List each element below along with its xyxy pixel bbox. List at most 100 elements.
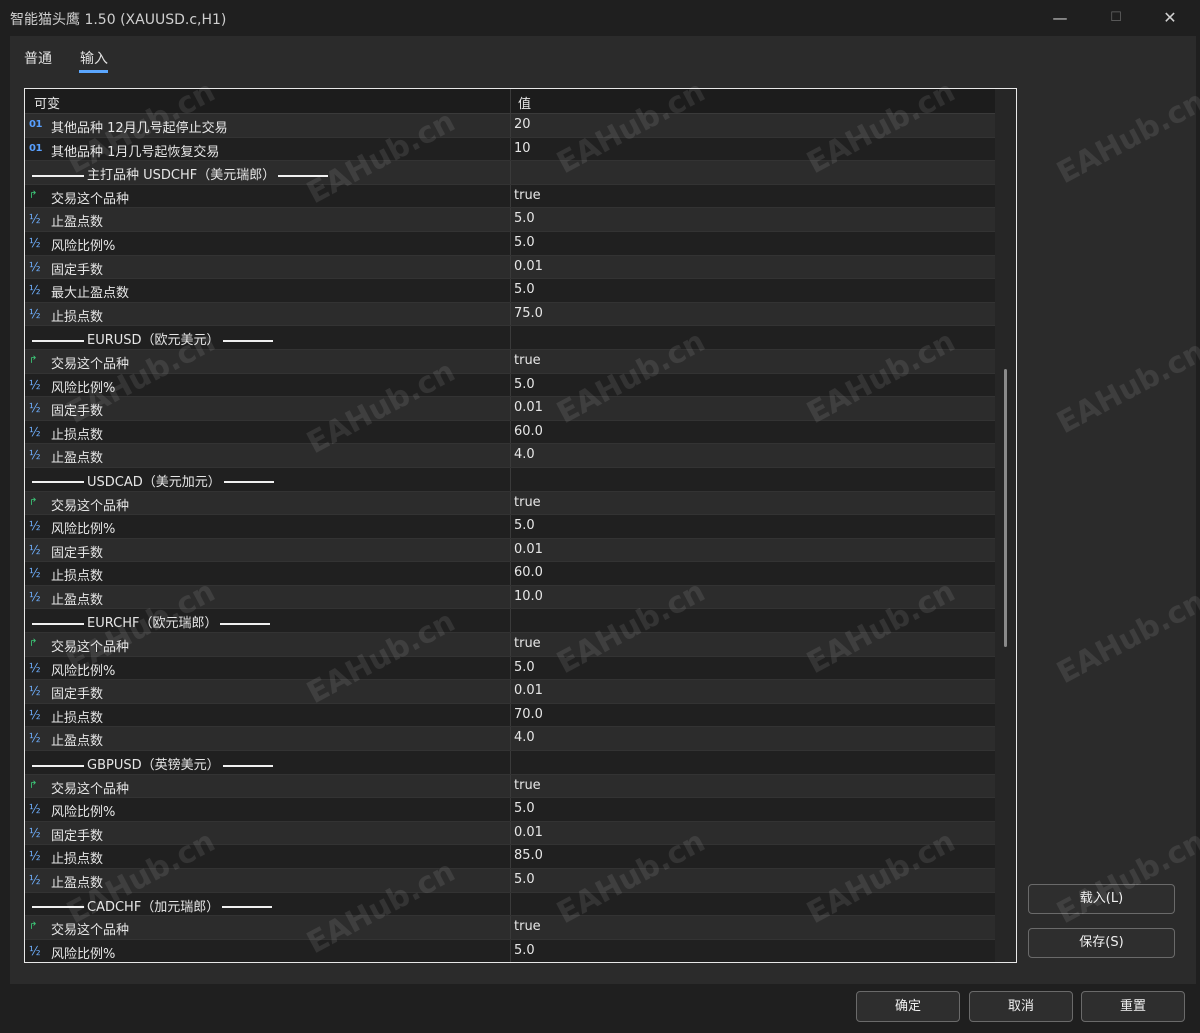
- table-row[interactable]: ½ 风险比例% 5.0: [25, 939, 995, 962]
- table-row[interactable]: ½ 最大止盈点数 5.0: [25, 279, 995, 303]
- column-divider: [510, 751, 511, 774]
- parameter-value[interactable]: true: [514, 636, 541, 651]
- table-row[interactable]: ↱ 交易这个品种 true: [25, 774, 995, 799]
- parameter-value[interactable]: 4.0: [514, 730, 535, 745]
- parameter-value[interactable]: 60.0: [514, 565, 543, 580]
- parameter-value[interactable]: 0.01: [514, 542, 543, 557]
- ok-button[interactable]: 确定: [856, 991, 960, 1022]
- column-divider[interactable]: [510, 89, 511, 113]
- parameter-name: 止损点数: [51, 710, 104, 726]
- double-type-icon: ½: [29, 424, 41, 439]
- table-row[interactable]: ↱ 交易这个品种 true: [25, 349, 995, 374]
- table-row[interactable]: ½ 止损点数 85.0: [25, 845, 995, 869]
- parameter-name: GBPUSD（英镑美元）: [29, 754, 276, 773]
- table-row[interactable]: ½ 风险比例% 5.0: [25, 656, 995, 681]
- section-header-row[interactable]: GBPUSD（英镑美元）: [25, 751, 995, 775]
- parameter-value[interactable]: 0.01: [514, 259, 543, 274]
- parameter-value[interactable]: 10.0: [514, 589, 543, 604]
- section-header-row[interactable]: USDCAD（美元加元）: [25, 467, 995, 492]
- double-type-icon: ½: [29, 401, 41, 416]
- table-header: 可变 值: [25, 89, 995, 114]
- table-row[interactable]: ½ 止盈点数 5.0: [25, 869, 995, 893]
- table-row[interactable]: ½ 止损点数 75.0: [25, 302, 995, 327]
- parameter-name: EURUSD（欧元美元）: [29, 329, 276, 348]
- integer-type-icon: 01: [29, 142, 42, 154]
- parameter-value[interactable]: 60.0: [514, 424, 543, 439]
- parameter-value[interactable]: 0.01: [514, 825, 543, 840]
- table-row[interactable]: ½ 风险比例% 5.0: [25, 798, 995, 822]
- table-row[interactable]: ½ 固定手数 0.01: [25, 397, 995, 421]
- table-row[interactable]: ½ 止盈点数 5.0: [25, 208, 995, 232]
- table-row[interactable]: ½ 止损点数 70.0: [25, 703, 995, 728]
- separator-line: [32, 174, 84, 177]
- parameter-value[interactable]: 5.0: [514, 211, 535, 226]
- table-row[interactable]: ½ 止盈点数 4.0: [25, 727, 995, 752]
- scrollbar-thumb[interactable]: [1004, 369, 1007, 647]
- section-header-row[interactable]: CADCHF（加元瑞郎）: [25, 892, 995, 917]
- save-button[interactable]: 保存(S): [1028, 928, 1175, 958]
- parameter-name: 固定手数: [51, 404, 104, 420]
- tab-inputs[interactable]: 输入: [80, 48, 108, 68]
- table-row[interactable]: 01 其他品种 12月几号起停止交易 20: [25, 114, 995, 138]
- minimize-icon[interactable]: —: [1037, 0, 1083, 36]
- table-row[interactable]: ½ 止损点数 60.0: [25, 562, 995, 586]
- table-row[interactable]: ½ 止损点数 60.0: [25, 420, 995, 445]
- parameter-value[interactable]: 70.0: [514, 707, 543, 722]
- table-row[interactable]: ½ 风险比例% 5.0: [25, 515, 995, 539]
- parameter-value[interactable]: true: [514, 353, 541, 368]
- column-header-variable[interactable]: 可变: [34, 93, 60, 112]
- parameter-value[interactable]: true: [514, 778, 541, 793]
- table-row[interactable]: ½ 止盈点数 4.0: [25, 444, 995, 468]
- parameter-value[interactable]: true: [514, 495, 541, 510]
- parameter-name: 交易这个品种: [51, 923, 130, 939]
- table-row[interactable]: ½ 固定手数 0.01: [25, 680, 995, 704]
- table-row[interactable]: ↱ 交易这个品种 true: [25, 491, 995, 516]
- parameter-name: USDCAD（美元加元）: [29, 471, 277, 490]
- table-row[interactable]: 01 其他品种 1月几号起恢复交易 10: [25, 137, 995, 162]
- parameter-value[interactable]: 5.0: [514, 282, 535, 297]
- boolean-type-icon: ↱: [29, 496, 38, 508]
- parameter-value[interactable]: 5.0: [514, 943, 535, 958]
- section-header-row[interactable]: EURUSD（欧元美元）: [25, 326, 995, 350]
- parameter-value[interactable]: 20: [514, 117, 531, 132]
- parameter-value[interactable]: 85.0: [514, 848, 543, 863]
- parameter-value[interactable]: 0.01: [514, 400, 543, 415]
- reset-button[interactable]: 重置: [1081, 991, 1185, 1022]
- parameter-value[interactable]: 5.0: [514, 235, 535, 250]
- parameter-value[interactable]: 5.0: [514, 801, 535, 816]
- table-row[interactable]: ↱ 交易这个品种 true: [25, 184, 995, 209]
- table-row[interactable]: ½ 风险比例% 5.0: [25, 373, 995, 398]
- section-header-row[interactable]: 主打品种 USDCHF（美元瑞郎）: [25, 161, 995, 185]
- parameter-value[interactable]: 0.01: [514, 683, 543, 698]
- table-row[interactable]: ½ 固定手数 0.01: [25, 821, 995, 846]
- section-header-row[interactable]: EURCHF（欧元瑞郎）: [25, 609, 995, 634]
- table-row[interactable]: ↱ 交易这个品种 true: [25, 633, 995, 657]
- parameter-value[interactable]: true: [514, 188, 541, 203]
- parameter-name: 交易这个品种: [51, 781, 130, 797]
- vertical-scrollbar[interactable]: [1000, 113, 1014, 961]
- parameter-value[interactable]: 10: [514, 141, 531, 156]
- table-row[interactable]: ½ 固定手数 0.01: [25, 255, 995, 280]
- load-button[interactable]: 载入(L): [1028, 884, 1175, 914]
- column-divider: [510, 821, 511, 845]
- double-type-icon: ½: [29, 542, 41, 557]
- parameter-value[interactable]: 5.0: [514, 872, 535, 887]
- parameter-value[interactable]: 4.0: [514, 447, 535, 462]
- table-row[interactable]: ½ 风险比例% 5.0: [25, 231, 995, 256]
- table-row[interactable]: ↱ 交易这个品种 true: [25, 916, 995, 940]
- table-row[interactable]: ½ 止盈点数 10.0: [25, 585, 995, 610]
- double-type-icon: ½: [29, 707, 41, 722]
- close-icon[interactable]: ✕: [1147, 0, 1193, 36]
- parameter-value[interactable]: 5.0: [514, 660, 535, 675]
- cancel-button[interactable]: 取消: [969, 991, 1073, 1022]
- parameter-value[interactable]: 5.0: [514, 518, 535, 533]
- column-header-value[interactable]: 值: [518, 93, 531, 112]
- parameter-value[interactable]: 75.0: [514, 306, 543, 321]
- column-divider: [510, 585, 511, 609]
- maximize-icon[interactable]: ☐: [1093, 0, 1139, 36]
- parameter-value[interactable]: true: [514, 919, 541, 934]
- parameter-value[interactable]: 5.0: [514, 377, 535, 392]
- section-label: GBPUSD（英镑美元）: [87, 758, 220, 774]
- tab-general[interactable]: 普通: [24, 48, 52, 68]
- table-row[interactable]: ½ 固定手数 0.01: [25, 538, 995, 563]
